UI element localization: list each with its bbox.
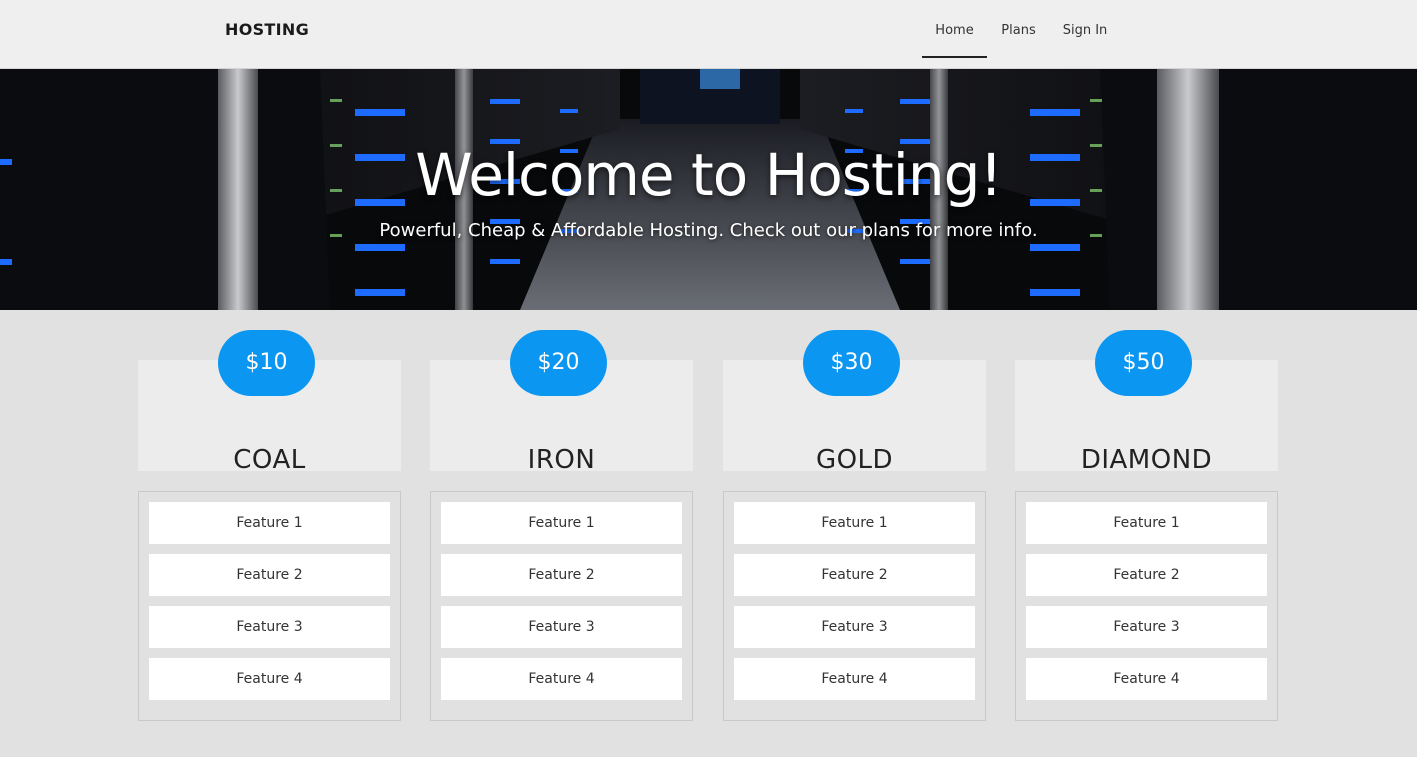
feature-item: Feature 2 (734, 554, 975, 596)
feature-list: Feature 1 Feature 2 Feature 3 Feature 4 (723, 491, 986, 721)
hero-banner: Welcome to Hosting! Powerful, Cheap & Af… (0, 69, 1417, 310)
feature-item: Feature 1 (734, 502, 975, 544)
feature-item: Feature 1 (441, 502, 682, 544)
nav-menu: Home Plans Sign In (922, 0, 1120, 69)
feature-list: Feature 1 Feature 2 Feature 3 Feature 4 (138, 491, 401, 721)
feature-item: Feature 4 (149, 658, 390, 700)
plan-name: DIAMOND (1080, 445, 1213, 475)
plan-name: GOLD (815, 445, 894, 475)
nav-link-sign-in[interactable]: Sign In (1050, 0, 1120, 58)
hero-title: Welcome to Hosting! (415, 141, 1002, 209)
feature-item: Feature 3 (1026, 606, 1267, 648)
plan-name: COAL (233, 445, 306, 475)
feature-item: Feature 3 (441, 606, 682, 648)
price-badge: $30 (803, 330, 900, 396)
feature-item: Feature 4 (441, 658, 682, 700)
brand-logo[interactable]: HOSTING (225, 20, 309, 39)
plan-name: IRON (527, 445, 596, 475)
feature-item: Feature 2 (441, 554, 682, 596)
navbar: HOSTING Home Plans Sign In (0, 0, 1417, 69)
nav-link-plans[interactable]: Plans (987, 0, 1050, 58)
feature-item: Feature 4 (734, 658, 975, 700)
price-badge: $20 (510, 330, 607, 396)
feature-item: Feature 1 (1026, 502, 1267, 544)
feature-item: Feature 3 (149, 606, 390, 648)
feature-list: Feature 1 Feature 2 Feature 3 Feature 4 (430, 491, 693, 721)
feature-item: Feature 4 (1026, 658, 1267, 700)
feature-item: Feature 1 (149, 502, 390, 544)
nav-link-home[interactable]: Home (922, 0, 987, 58)
feature-item: Feature 2 (149, 554, 390, 596)
feature-list: Feature 1 Feature 2 Feature 3 Feature 4 (1015, 491, 1278, 721)
feature-item: Feature 2 (1026, 554, 1267, 596)
hero-subtitle: Powerful, Cheap & Affordable Hosting. Ch… (379, 220, 1038, 241)
price-badge: $10 (218, 330, 315, 396)
feature-item: Feature 3 (734, 606, 975, 648)
price-badge: $50 (1095, 330, 1192, 396)
